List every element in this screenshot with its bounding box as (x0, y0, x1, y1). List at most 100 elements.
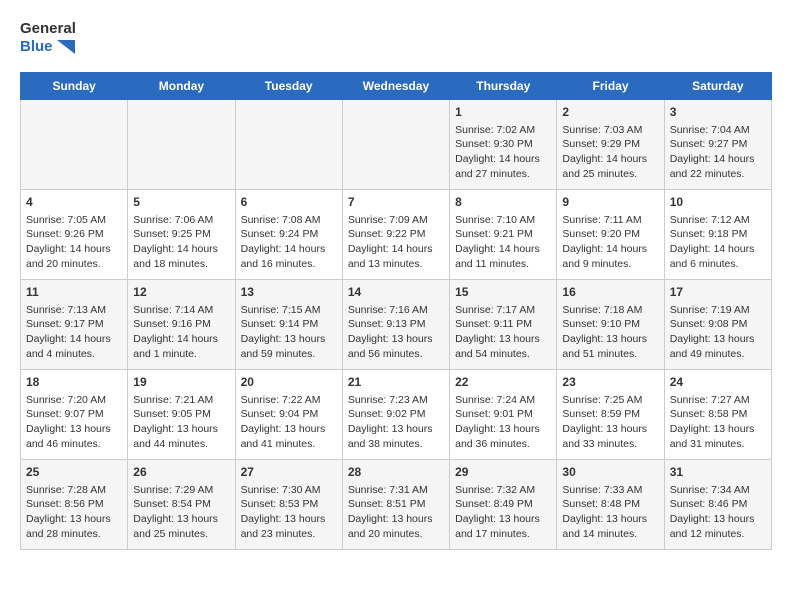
calendar-day-cell: 5 Sunrise: 7:06 AM Sunset: 9:25 PM Daylig… (128, 190, 235, 280)
day-info: Sunrise: 7:05 AM Sunset: 9:26 PM Dayligh… (26, 213, 122, 272)
day-info: Sunrise: 7:10 AM Sunset: 9:21 PM Dayligh… (455, 213, 551, 272)
calendar-day-cell: 25 Sunrise: 7:28 AM Sunset: 8:56 PM Dayli… (21, 460, 128, 550)
day-info: Sunrise: 7:06 AM Sunset: 9:25 PM Dayligh… (133, 213, 229, 272)
calendar-day-cell (128, 100, 235, 190)
day-number: 5 (133, 194, 229, 211)
day-info: Sunrise: 7:24 AM Sunset: 9:01 PM Dayligh… (455, 393, 551, 452)
day-info: Sunrise: 7:20 AM Sunset: 9:07 PM Dayligh… (26, 393, 122, 452)
calendar-day-cell: 4Sunrise: 7:05 AM Sunset: 9:26 PM Daylig… (21, 190, 128, 280)
day-info: Sunrise: 7:23 AM Sunset: 9:02 PM Dayligh… (348, 393, 444, 452)
calendar-day-cell: 31Sunrise: 7:34 AM Sunset: 8:46 PM Dayli… (664, 460, 771, 550)
day-of-week-header: Saturday (664, 73, 771, 100)
calendar-day-cell: 8 Sunrise: 7:10 AM Sunset: 9:21 PM Daylig… (450, 190, 557, 280)
calendar-day-cell: 29Sunrise: 7:32 AM Sunset: 8:49 PM Dayli… (450, 460, 557, 550)
day-number: 22 (455, 374, 551, 391)
day-number: 19 (133, 374, 229, 391)
day-number: 18 (26, 374, 122, 391)
day-number: 3 (670, 104, 766, 121)
day-info: Sunrise: 7:12 AM Sunset: 9:18 PM Dayligh… (670, 213, 766, 272)
calendar-table: SundayMondayTuesdayWednesdayThursdayFrid… (20, 72, 772, 550)
calendar-day-cell: 1Sunrise: 7:02 AM Sunset: 9:30 PM Daylig… (450, 100, 557, 190)
day-info: Sunrise: 7:17 AM Sunset: 9:11 PM Dayligh… (455, 303, 551, 362)
days-header-row: SundayMondayTuesdayWednesdayThursdayFrid… (21, 73, 772, 100)
calendar-day-cell: 2 Sunrise: 7:03 AM Sunset: 9:29 PM Daylig… (557, 100, 664, 190)
calendar-day-cell: 6 Sunrise: 7:08 AM Sunset: 9:24 PM Daylig… (235, 190, 342, 280)
calendar-week-row: 18 Sunrise: 7:20 AM Sunset: 9:07 PM Dayli… (21, 370, 772, 460)
calendar-day-cell (342, 100, 449, 190)
logo: General Blue (20, 20, 76, 56)
day-number: 20 (241, 374, 337, 391)
day-number: 29 (455, 464, 551, 481)
calendar-day-cell: 17 Sunrise: 7:19 AM Sunset: 9:08 PM Dayli… (664, 280, 771, 370)
day-number: 25 (26, 464, 122, 481)
day-number: 6 (241, 194, 337, 211)
day-number: 30 (562, 464, 658, 481)
calendar-day-cell: 12Sunrise: 7:14 AM Sunset: 9:16 PM Dayli… (128, 280, 235, 370)
day-of-week-header: Monday (128, 73, 235, 100)
calendar-day-cell: 14Sunrise: 7:16 AM Sunset: 9:13 PM Dayli… (342, 280, 449, 370)
day-number: 12 (133, 284, 229, 301)
calendar-day-cell (21, 100, 128, 190)
logo-blue: Blue (20, 38, 76, 56)
calendar-day-cell: 9 Sunrise: 7:11 AM Sunset: 9:20 PM Daylig… (557, 190, 664, 280)
calendar-day-cell: 11 Sunrise: 7:13 AM Sunset: 9:17 PM Dayli… (21, 280, 128, 370)
calendar-day-cell: 15Sunrise: 7:17 AM Sunset: 9:11 PM Dayli… (450, 280, 557, 370)
day-info: Sunrise: 7:08 AM Sunset: 9:24 PM Dayligh… (241, 213, 337, 272)
day-info: Sunrise: 7:34 AM Sunset: 8:46 PM Dayligh… (670, 483, 766, 542)
calendar-day-cell: 21 Sunrise: 7:23 AM Sunset: 9:02 PM Dayli… (342, 370, 449, 460)
calendar-day-cell: 3 Sunrise: 7:04 AM Sunset: 9:27 PM Daylig… (664, 100, 771, 190)
day-number: 10 (670, 194, 766, 211)
calendar-day-cell: 20Sunrise: 7:22 AM Sunset: 9:04 PM Dayli… (235, 370, 342, 460)
calendar-week-row: 4Sunrise: 7:05 AM Sunset: 9:26 PM Daylig… (21, 190, 772, 280)
day-info: Sunrise: 7:21 AM Sunset: 9:05 PM Dayligh… (133, 393, 229, 452)
day-number: 16 (562, 284, 658, 301)
day-info: Sunrise: 7:18 AM Sunset: 9:10 PM Dayligh… (562, 303, 658, 362)
day-info: Sunrise: 7:09 AM Sunset: 9:22 PM Dayligh… (348, 213, 444, 272)
day-number: 8 (455, 194, 551, 211)
day-info: Sunrise: 7:13 AM Sunset: 9:17 PM Dayligh… (26, 303, 122, 362)
day-number: 1 (455, 104, 551, 121)
day-of-week-header: Wednesday (342, 73, 449, 100)
calendar-day-cell: 19 Sunrise: 7:21 AM Sunset: 9:05 PM Dayli… (128, 370, 235, 460)
calendar-day-cell: 30 Sunrise: 7:33 AM Sunset: 8:48 PM Dayli… (557, 460, 664, 550)
logo-triangle-icon (57, 40, 75, 54)
day-info: Sunrise: 7:03 AM Sunset: 9:29 PM Dayligh… (562, 123, 658, 182)
day-info: Sunrise: 7:25 AM Sunset: 8:59 PM Dayligh… (562, 393, 658, 452)
day-number: 28 (348, 464, 444, 481)
day-info: Sunrise: 7:11 AM Sunset: 9:20 PM Dayligh… (562, 213, 658, 272)
day-number: 11 (26, 284, 122, 301)
logo-general: General (20, 20, 76, 38)
day-info: Sunrise: 7:31 AM Sunset: 8:51 PM Dayligh… (348, 483, 444, 542)
day-info: Sunrise: 7:28 AM Sunset: 8:56 PM Dayligh… (26, 483, 122, 542)
day-of-week-header: Thursday (450, 73, 557, 100)
calendar-day-cell: 18 Sunrise: 7:20 AM Sunset: 9:07 PM Dayli… (21, 370, 128, 460)
logo-text: General Blue (20, 20, 76, 56)
day-info: Sunrise: 7:04 AM Sunset: 9:27 PM Dayligh… (670, 123, 766, 182)
calendar-day-cell: 27Sunrise: 7:30 AM Sunset: 8:53 PM Dayli… (235, 460, 342, 550)
day-number: 24 (670, 374, 766, 391)
calendar-week-row: 11 Sunrise: 7:13 AM Sunset: 9:17 PM Dayli… (21, 280, 772, 370)
day-number: 14 (348, 284, 444, 301)
calendar-day-cell: 7 Sunrise: 7:09 AM Sunset: 9:22 PM Daylig… (342, 190, 449, 280)
day-info: Sunrise: 7:27 AM Sunset: 8:58 PM Dayligh… (670, 393, 766, 452)
day-info: Sunrise: 7:30 AM Sunset: 8:53 PM Dayligh… (241, 483, 337, 542)
day-number: 9 (562, 194, 658, 211)
calendar-day-cell: 23 Sunrise: 7:25 AM Sunset: 8:59 PM Dayli… (557, 370, 664, 460)
day-number: 23 (562, 374, 658, 391)
calendar-week-row: 25 Sunrise: 7:28 AM Sunset: 8:56 PM Dayli… (21, 460, 772, 550)
day-number: 7 (348, 194, 444, 211)
day-info: Sunrise: 7:15 AM Sunset: 9:14 PM Dayligh… (241, 303, 337, 362)
calendar-week-row: 1Sunrise: 7:02 AM Sunset: 9:30 PM Daylig… (21, 100, 772, 190)
calendar-day-cell: 26 Sunrise: 7:29 AM Sunset: 8:54 PM Dayli… (128, 460, 235, 550)
day-of-week-header: Tuesday (235, 73, 342, 100)
page-header: General Blue (20, 20, 772, 56)
day-number: 2 (562, 104, 658, 121)
day-info: Sunrise: 7:29 AM Sunset: 8:54 PM Dayligh… (133, 483, 229, 542)
day-info: Sunrise: 7:33 AM Sunset: 8:48 PM Dayligh… (562, 483, 658, 542)
day-number: 26 (133, 464, 229, 481)
day-info: Sunrise: 7:19 AM Sunset: 9:08 PM Dayligh… (670, 303, 766, 362)
day-number: 21 (348, 374, 444, 391)
day-of-week-header: Sunday (21, 73, 128, 100)
calendar-day-cell: 24 Sunrise: 7:27 AM Sunset: 8:58 PM Dayli… (664, 370, 771, 460)
day-number: 17 (670, 284, 766, 301)
